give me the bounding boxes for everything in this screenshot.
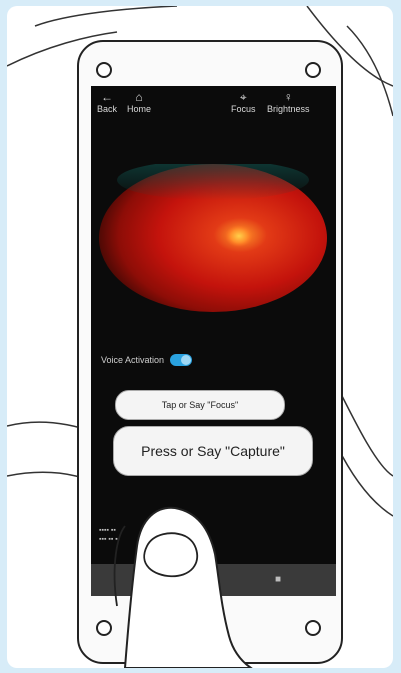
focus-label: Focus — [231, 104, 256, 114]
toggle-knob — [181, 355, 192, 365]
device-info-text: ▪▪▪▪ ▪▪ ▪▪▪ ▪▪ ▪ — [99, 526, 118, 544]
nav-recents-icon[interactable]: ■ — [275, 574, 281, 586]
arrow-left-icon: ← — [101, 90, 113, 104]
info-line-1: ▪▪▪▪ ▪▪ — [99, 527, 116, 534]
back-label: Back — [97, 104, 118, 114]
voice-activation-label: Voice Activation — [101, 355, 165, 365]
screw-top-right — [305, 62, 321, 78]
system-nav-bar: ◀ ● ■ — [91, 564, 336, 596]
voice-activation-row: Voice Activation — [101, 352, 193, 368]
screw-bottom-left — [96, 620, 112, 636]
home-button[interactable]: ⌂ Home — [127, 90, 151, 115]
info-line-2: ▪▪▪ ▪▪ ▪ — [99, 536, 118, 543]
home-icon: ⌂ — [135, 90, 143, 104]
focus-icon: ⌖ — [239, 90, 247, 104]
lightbulb-icon: ♀ — [283, 90, 293, 104]
app-screen: ← Back ⌂ Home ⌖ Focus ♀ Brightness Voice… — [91, 86, 336, 596]
screw-bottom-right — [305, 620, 321, 636]
top-bar: ← Back ⌂ Home ⌖ Focus ♀ Brightness — [91, 86, 336, 130]
nav-home-icon[interactable]: ● — [209, 574, 215, 586]
voice-activation-toggle[interactable] — [170, 354, 193, 366]
focus-button[interactable]: Tap or Say "Focus" — [115, 390, 285, 420]
illustration-frame: ← Back ⌂ Home ⌖ Focus ♀ Brightness Voice… — [7, 6, 393, 668]
nav-back-icon[interactable]: ◀ — [141, 574, 149, 586]
home-label: Home — [127, 104, 152, 114]
focus-button-top[interactable]: ⌖ Focus — [231, 90, 256, 115]
fundus-image — [99, 164, 327, 312]
brightness-label: Brightness — [267, 104, 310, 114]
capture-button[interactable]: Press or Say "Capture" — [113, 426, 313, 476]
screw-top-left — [96, 62, 112, 78]
brightness-button[interactable]: ♀ Brightness — [267, 90, 310, 115]
back-button[interactable]: ← Back — [97, 90, 117, 115]
